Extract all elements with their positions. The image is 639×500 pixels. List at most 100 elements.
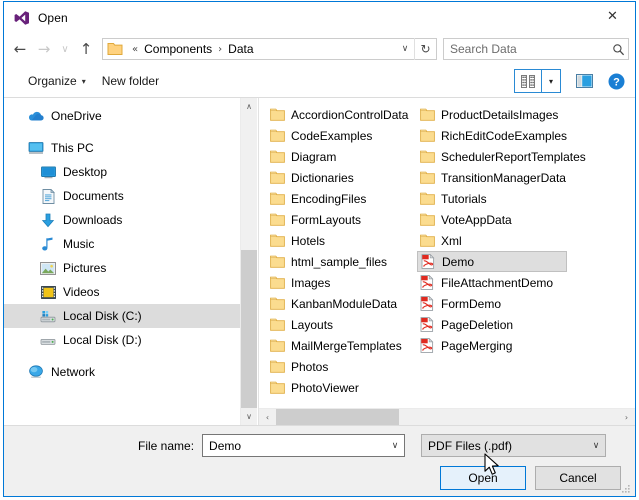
file-item[interactable]: FormLayouts <box>267 209 417 230</box>
sidebar-item-local-disk-c[interactable]: Local Disk (C:) <box>4 304 240 328</box>
scroll-left-icon[interactable]: ‹ <box>259 409 276 425</box>
folder-icon <box>269 317 285 333</box>
file-name-input[interactable] <box>203 438 387 453</box>
file-item[interactable]: EncodingFiles <box>267 188 417 209</box>
local-disk-d-icon <box>40 332 56 348</box>
chevron-down-icon[interactable]: ∨ <box>396 39 414 59</box>
sidebar-item-videos[interactable]: Videos <box>4 280 240 304</box>
breadcrumb-data[interactable]: Data <box>226 42 255 56</box>
file-item[interactable]: Diagram <box>267 146 417 167</box>
file-item[interactable]: PhotoViewer <box>267 377 417 398</box>
file-horizontal-scrollbar[interactable]: ‹ › <box>259 408 635 425</box>
scroll-thumb[interactable] <box>276 409 400 425</box>
breadcrumb-overflow[interactable]: « <box>128 44 142 55</box>
file-item[interactable]: Layouts <box>267 314 417 335</box>
sidebar-item-downloads[interactable]: Downloads <box>4 208 240 232</box>
breadcrumb-components[interactable]: Components <box>142 42 214 56</box>
file-item-label: FileAttachmentDemo <box>441 275 554 290</box>
sidebar-item-label: Videos <box>63 285 100 299</box>
onedrive-cloud-icon <box>28 108 44 124</box>
sidebar-vertical-scrollbar[interactable]: ∧ ∨ <box>240 98 257 425</box>
sidebar-item-onedrive[interactable]: OneDrive <box>4 104 240 128</box>
file-item[interactable]: SchedulerReportTemplates <box>417 146 586 167</box>
resize-grip-icon[interactable] <box>620 482 632 494</box>
file-item[interactable]: Dictionaries <box>267 167 417 188</box>
chevron-down-icon[interactable]: ∨ <box>587 441 605 451</box>
file-item-label: EncodingFiles <box>291 191 367 206</box>
file-item[interactable]: PageMerging <box>417 335 567 356</box>
sidebar-item-pictures[interactable]: Pictures <box>4 256 240 280</box>
search-box[interactable] <box>443 38 629 60</box>
refresh-icon[interactable]: ↻ <box>414 38 436 60</box>
view-dropdown-caret-icon[interactable]: ▾ <box>541 70 560 92</box>
sidebar-item-desktop[interactable]: Desktop <box>4 160 240 184</box>
folder-icon <box>419 191 435 207</box>
file-item[interactable]: PageDeletion <box>417 314 567 335</box>
file-item[interactable]: html_sample_files <box>267 251 417 272</box>
file-item[interactable]: Hotels <box>267 230 417 251</box>
folder-icon <box>269 191 285 207</box>
folder-icon <box>269 212 285 228</box>
sidebar-item-music[interactable]: Music <box>4 232 240 256</box>
organize-button[interactable]: Organize ▾ <box>20 71 94 91</box>
folder-icon <box>419 149 435 165</box>
sidebar-item-label: Pictures <box>63 261 107 275</box>
close-icon[interactable]: ✕ <box>590 2 635 31</box>
recent-locations-button[interactable]: ∨ <box>56 37 74 61</box>
scroll-down-icon[interactable]: ∨ <box>241 408 257 425</box>
search-icon <box>608 43 628 56</box>
sidebar-item-network[interactable]: Network <box>4 360 240 384</box>
sidebar-item-label: Local Disk (C:) <box>63 309 142 323</box>
file-item[interactable]: CodeExamples <box>267 125 417 146</box>
file-item[interactable]: RichEditCodeExamples <box>417 125 567 146</box>
back-button[interactable]: ← <box>8 37 32 61</box>
search-input[interactable] <box>444 42 608 56</box>
cancel-button[interactable]: Cancel <box>535 466 621 490</box>
file-name-combobox[interactable]: ∨ <box>202 434 406 457</box>
open-button[interactable]: Open <box>440 466 526 490</box>
folder-icon <box>269 254 285 270</box>
file-name-row: File name: ∨ PDF Files (.pdf) ∨ <box>18 434 621 457</box>
music-icon <box>40 236 56 252</box>
sidebar-item-label: Music <box>63 237 95 251</box>
pdf-file-icon <box>419 275 435 291</box>
file-type-filter-select[interactable]: PDF Files (.pdf) ∨ <box>421 434 607 457</box>
sidebar-item-this-pc[interactable]: This PC <box>4 136 240 160</box>
sidebar-item-documents[interactable]: Documents <box>4 184 240 208</box>
folder-icon <box>419 128 435 144</box>
file-item[interactable]: AccordionControlData <box>267 104 417 125</box>
file-item[interactable]: KanbanModuleData <box>267 293 417 314</box>
scroll-right-icon[interactable]: › <box>618 409 635 425</box>
scroll-track[interactable] <box>241 115 257 408</box>
file-item-label: PhotoViewer <box>291 380 359 395</box>
chevron-down-icon[interactable]: ∨ <box>386 441 404 451</box>
file-item[interactable]: FormDemo <box>417 293 567 314</box>
file-item[interactable]: FileAttachmentDemo <box>417 272 567 293</box>
folder-icon <box>269 338 285 354</box>
pdf-file-icon <box>420 254 436 270</box>
preview-pane-icon[interactable] <box>571 69 597 93</box>
list-view-icon[interactable] <box>515 70 541 92</box>
breadcrumb-separator[interactable]: › <box>214 44 226 55</box>
file-item[interactable]: ProductDetailsImages <box>417 104 567 125</box>
sidebar-item-local-disk-d[interactable]: Local Disk (D:) <box>4 328 240 352</box>
help-icon[interactable]: ? <box>605 70 627 92</box>
file-item-label: html_sample_files <box>291 254 388 269</box>
folder-icon <box>419 107 435 123</box>
new-folder-button[interactable]: New folder <box>94 71 167 91</box>
scroll-thumb[interactable] <box>241 249 257 408</box>
file-item[interactable]: TransitionManagerData <box>417 167 567 188</box>
file-item[interactable]: VoteAppData <box>417 209 567 230</box>
file-item[interactable]: Xml <box>417 230 567 251</box>
up-button[interactable]: ↑ <box>74 37 98 61</box>
scroll-track[interactable] <box>276 409 618 425</box>
file-item[interactable]: MailMergeTemplates <box>267 335 417 356</box>
file-item-selected[interactable]: Demo <box>417 251 567 272</box>
file-item[interactable]: Tutorials <box>417 188 567 209</box>
scroll-up-icon[interactable]: ∧ <box>241 98 257 115</box>
address-bar[interactable]: « Components › Data ∨ ↻ <box>102 38 437 60</box>
file-item[interactable]: Photos <box>267 356 417 377</box>
file-item[interactable]: Images <box>267 272 417 293</box>
